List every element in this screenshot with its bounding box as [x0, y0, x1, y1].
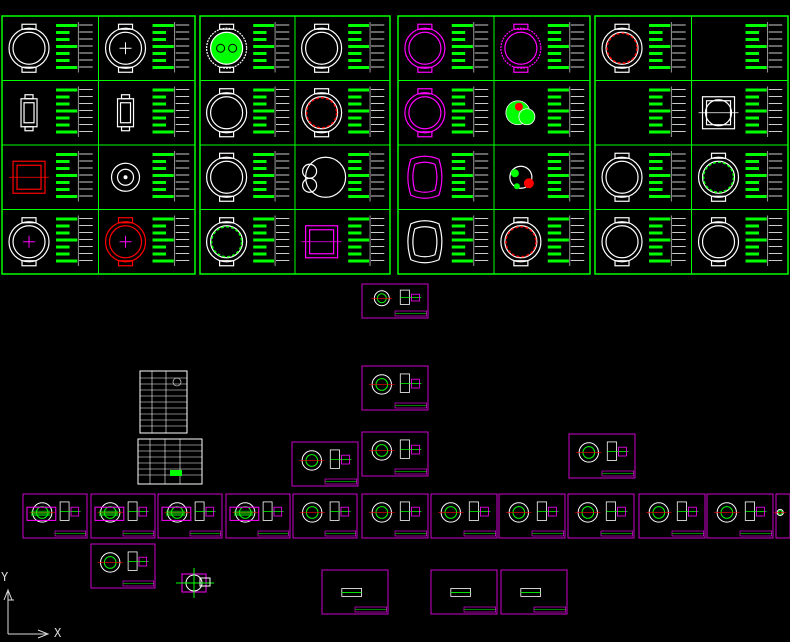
ucs-y-label: Y	[1, 570, 9, 584]
ucs-x-label: X	[54, 626, 62, 640]
cad-model-space[interactable]	[0, 0, 790, 642]
